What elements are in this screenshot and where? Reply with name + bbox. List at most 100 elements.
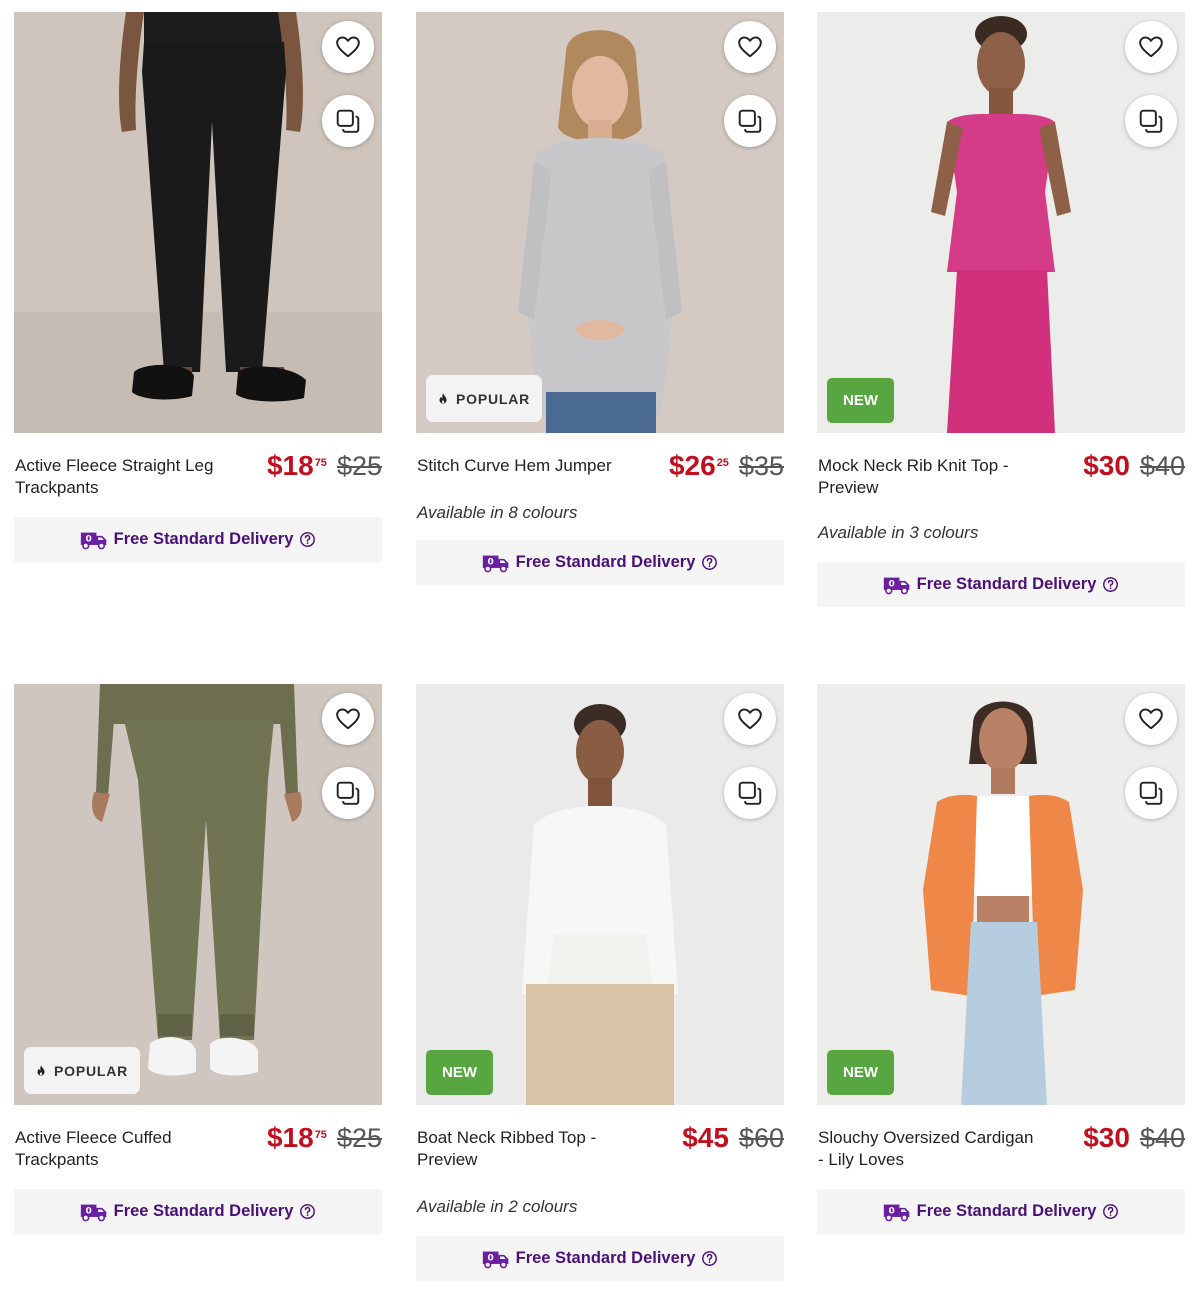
sale-price: $30 (1083, 450, 1130, 482)
delivery-label: Free Standard Delivery (113, 530, 294, 548)
was-price: $40 (1139, 1123, 1185, 1153)
favourite-button[interactable] (724, 21, 776, 73)
product-name[interactable]: Stitch Curve Hem Jumper (417, 455, 642, 477)
badge-label: POPULAR (456, 390, 531, 407)
favourite-button[interactable] (322, 21, 374, 73)
product-image[interactable]: NEW (817, 12, 1185, 433)
sale-price: $18 75 (267, 1122, 327, 1154)
free-delivery-banner[interactable]: Free Standard Delivery (817, 562, 1185, 607)
help-circle-icon[interactable] (299, 1203, 316, 1220)
delivery-label: Free Standard Delivery (916, 575, 1097, 593)
was-price: $40 (1139, 451, 1185, 481)
delivery-truck-icon (80, 530, 108, 550)
price: $26 25 $35 (669, 450, 784, 482)
compare-icon (1138, 780, 1164, 806)
price-whole: $26 (668, 450, 716, 481)
product-name[interactable]: Active Fleece Cuffed Trackpants (15, 1127, 240, 1170)
compare-icon (335, 108, 361, 134)
colour-count[interactable]: Available in 8 colours (417, 503, 577, 523)
sale-price: $26 25 (669, 450, 729, 482)
compare-button[interactable] (322, 767, 374, 819)
delivery-truck-icon (883, 1202, 911, 1222)
product-image[interactable]: POPULAR (14, 684, 382, 1105)
heart-icon (335, 34, 361, 60)
compare-button[interactable] (1125, 767, 1177, 819)
help-circle-icon[interactable] (1102, 576, 1119, 593)
free-delivery-banner[interactable]: Free Standard Delivery (14, 517, 382, 562)
product-name[interactable]: Slouchy Oversized Cardigan - Lily Loves (818, 1127, 1043, 1170)
new-badge: NEW (827, 378, 894, 423)
price-cents: 75 (314, 1129, 327, 1141)
product-image[interactable]: POPULAR (416, 12, 784, 433)
price-whole: $18 (266, 1122, 314, 1153)
favourite-button[interactable] (724, 693, 776, 745)
product-name[interactable]: Boat Neck Ribbed Top - Preview (417, 1127, 642, 1170)
price-whole: $30 (1083, 1122, 1130, 1153)
free-delivery-banner[interactable]: Free Standard Delivery (416, 540, 784, 585)
price: $30 $40 (1083, 450, 1185, 482)
sale-price: $30 (1083, 1122, 1130, 1154)
was-price: $35 (738, 451, 784, 481)
compare-button[interactable] (724, 95, 776, 147)
price-whole: $45 (682, 1122, 729, 1153)
product-photo (14, 12, 382, 433)
compare-button[interactable] (322, 95, 374, 147)
free-delivery-banner[interactable]: Free Standard Delivery (14, 1189, 382, 1234)
compare-button[interactable] (724, 767, 776, 819)
popular-badge: POPULAR (426, 375, 543, 422)
product-name[interactable]: Active Fleece Straight Leg Trackpants (15, 455, 240, 498)
was-price: $60 (738, 1123, 784, 1153)
heart-icon (1138, 34, 1164, 60)
flame-icon (436, 391, 450, 407)
product-name[interactable]: Mock Neck Rib Knit Top - Preview (818, 455, 1043, 498)
heart-icon (335, 706, 361, 732)
product-image[interactable]: NEW (416, 684, 784, 1105)
delivery-truck-icon (883, 575, 911, 595)
price: $45 $60 (682, 1122, 784, 1154)
product-image[interactable]: NEW (817, 684, 1185, 1105)
delivery-label: Free Standard Delivery (515, 1249, 696, 1267)
price: $18 75 $25 (267, 450, 382, 482)
was-price: $25 (336, 451, 382, 481)
flame-icon (34, 1063, 48, 1079)
help-circle-icon[interactable] (701, 554, 718, 571)
favourite-button[interactable] (322, 693, 374, 745)
favourite-button[interactable] (1125, 21, 1177, 73)
help-circle-icon[interactable] (701, 1250, 718, 1267)
compare-icon (1138, 108, 1164, 134)
product-image[interactable] (14, 12, 382, 433)
colour-count[interactable]: Available in 3 colours (818, 523, 978, 543)
free-delivery-banner[interactable]: Free Standard Delivery (817, 1189, 1185, 1234)
new-badge: NEW (426, 1050, 493, 1095)
product-photo (14, 684, 382, 1105)
delivery-label: Free Standard Delivery (515, 553, 696, 571)
delivery-truck-icon (80, 1202, 108, 1222)
free-delivery-banner[interactable]: Free Standard Delivery (416, 1236, 784, 1281)
popular-badge: POPULAR (24, 1047, 141, 1094)
price: $30 $40 (1083, 1122, 1185, 1154)
help-circle-icon[interactable] (299, 531, 316, 548)
compare-icon (737, 780, 763, 806)
product-photo (817, 12, 1185, 433)
heart-icon (1138, 706, 1164, 732)
compare-button[interactable] (1125, 95, 1177, 147)
compare-icon (737, 108, 763, 134)
heart-icon (737, 34, 763, 60)
delivery-truck-icon (482, 553, 510, 573)
badge-label: POPULAR (54, 1062, 129, 1079)
sale-price: $18 75 (267, 450, 327, 482)
price-whole: $30 (1083, 450, 1130, 481)
badge-label: NEW (843, 392, 878, 409)
compare-icon (335, 780, 361, 806)
favourite-button[interactable] (1125, 693, 1177, 745)
colour-count[interactable]: Available in 2 colours (417, 1197, 577, 1217)
delivery-label: Free Standard Delivery (916, 1202, 1097, 1220)
sale-price: $45 (682, 1122, 729, 1154)
product-photo (416, 684, 784, 1105)
product-photo (817, 684, 1185, 1105)
was-price: $25 (336, 1123, 382, 1153)
delivery-truck-icon (482, 1249, 510, 1269)
help-circle-icon[interactable] (1102, 1203, 1119, 1220)
badge-label: NEW (442, 1064, 477, 1081)
price: $18 75 $25 (267, 1122, 382, 1154)
